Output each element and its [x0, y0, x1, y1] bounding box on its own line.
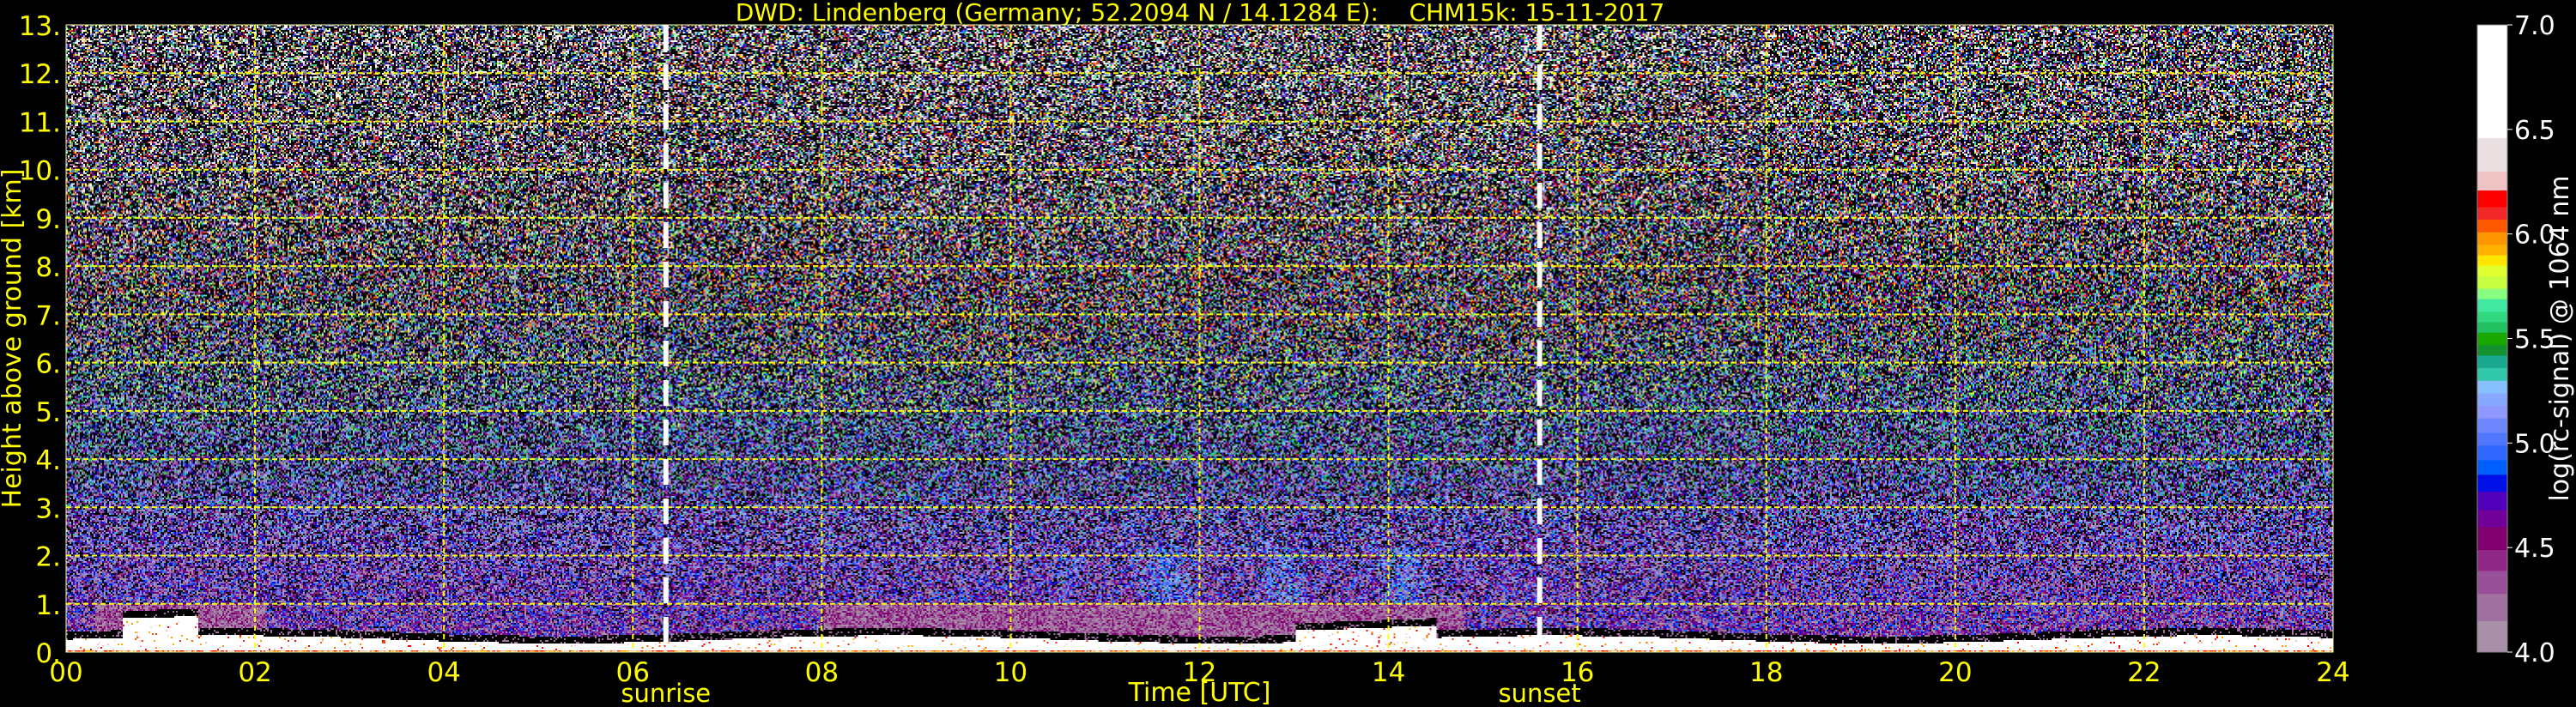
colorbar-segment — [2477, 510, 2507, 528]
y-tick-label: 7. — [35, 300, 61, 331]
colorbar-segment — [2477, 459, 2507, 475]
y-tick-label: 8. — [35, 252, 61, 283]
y-tick-label: 3. — [35, 493, 61, 524]
colorbar-segment — [2477, 332, 2507, 346]
y-tick-label: 11. — [19, 107, 61, 138]
colorbar-segment — [2477, 593, 2507, 621]
colorbar-segment — [2477, 526, 2507, 551]
x-axis-label: Time [UTC] — [1128, 678, 1271, 707]
x-tick-label: 20 — [1938, 657, 1972, 688]
colorbar-segment — [2477, 444, 2507, 461]
colorbar-label: log(rc-signal) @ 1064 nm — [2545, 175, 2575, 501]
colorbar-segment — [2477, 570, 2507, 595]
colorbar-segment — [2477, 171, 2507, 190]
colorbar-segment — [2477, 206, 2507, 221]
colorbar-segment — [2477, 219, 2507, 233]
colorbar-segment — [2477, 232, 2507, 245]
colorbar-segment — [2477, 311, 2507, 323]
y-axis-label: Height above ground [km] — [0, 169, 27, 509]
colorbar-tick-label: 4.0 — [2514, 638, 2555, 668]
colorbar-segment — [2477, 322, 2507, 333]
colorbar-segment — [2477, 275, 2507, 289]
colorbar-segment — [2477, 620, 2507, 653]
colorbar-segment — [2477, 265, 2507, 276]
chart-overlay: 0.1.2.3.4.5.6.7.8.9.10.11.12.13.00 02 04 06… — [0, 11, 2575, 707]
x-tick-label: 08 — [805, 657, 839, 688]
colorbar-segment — [2477, 354, 2507, 369]
sunset-label: sunset — [1499, 679, 1581, 707]
colorbar-segment — [2477, 190, 2507, 208]
x-tick-label: 10 — [994, 657, 1027, 688]
y-tick-label: 5. — [35, 397, 61, 428]
y-tick-label: 9. — [35, 204, 61, 235]
y-tick-label: 4. — [35, 445, 61, 476]
y-tick-label: 2. — [35, 542, 61, 573]
sunrise-label: sunrise — [621, 679, 711, 707]
y-tick-label: 6. — [35, 349, 61, 380]
colorbar-segment — [2477, 549, 2507, 571]
colorbar-segment — [2477, 405, 2507, 419]
y-tick-label: 12. — [19, 59, 61, 90]
colorbar-segment — [2477, 474, 2507, 492]
colorbar-segment — [2477, 432, 2507, 446]
y-tick-label: 1. — [35, 590, 61, 621]
colorbar-segment — [2477, 344, 2507, 356]
colorbar-segment — [2477, 367, 2507, 381]
colorbar-segment — [2477, 418, 2507, 433]
x-tick-label: 14 — [1372, 657, 1405, 688]
colorbar-segment — [2477, 299, 2507, 312]
colorbar-segment — [2477, 288, 2507, 299]
x-tick-label: 04 — [427, 657, 460, 688]
colorbar-tick-label: 4.5 — [2514, 534, 2555, 564]
colorbar-segment — [2477, 137, 2507, 172]
x-tick-label: 24 — [2316, 657, 2349, 688]
colorbar-tick-label: 6.5 — [2514, 116, 2555, 146]
colorbar-segment — [2477, 491, 2507, 511]
colorbar-segment — [2477, 380, 2507, 394]
colorbar-tick-label: 7.0 — [2514, 11, 2555, 41]
colorbar-segment — [2477, 25, 2507, 139]
colorbar-segment — [2477, 255, 2507, 266]
y-tick-label: 13. — [19, 11, 61, 42]
colorbar-segment — [2477, 392, 2507, 406]
colorbar-segment — [2477, 244, 2507, 256]
x-tick-label: 18 — [1749, 657, 1783, 688]
x-tick-label: 00 — [49, 657, 82, 688]
x-tick-label: 22 — [2127, 657, 2161, 688]
x-tick-label: 02 — [238, 657, 271, 688]
